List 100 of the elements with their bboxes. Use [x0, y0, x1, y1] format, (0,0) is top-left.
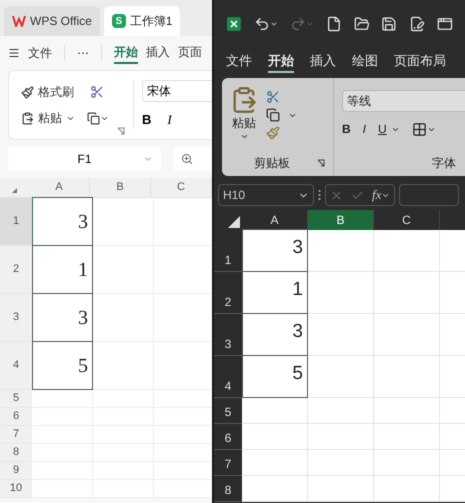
- grid-cell[interactable]: [93, 294, 154, 342]
- italic-button[interactable]: I: [362, 120, 366, 138]
- row-header[interactable]: 3: [0, 294, 32, 342]
- copy-icon[interactable]: [266, 108, 280, 122]
- row-header[interactable]: 2: [0, 246, 32, 294]
- grid-cell[interactable]: [374, 450, 440, 476]
- row-header[interactable]: 7: [0, 426, 32, 444]
- copy-button[interactable]: [87, 112, 109, 124]
- grid-cell[interactable]: [242, 450, 308, 476]
- app-tab[interactable]: WPS Office: [4, 6, 100, 36]
- underline-button[interactable]: U: [378, 120, 400, 138]
- grid-cell[interactable]: 5: [32, 341, 93, 390]
- font-field[interactable]: 等线: [342, 90, 465, 112]
- grid-cell[interactable]: [32, 462, 93, 480]
- grid-cell[interactable]: 1: [32, 245, 93, 294]
- grid-cell[interactable]: [154, 342, 212, 390]
- undo-button[interactable]: [254, 16, 278, 32]
- confirm-icon[interactable]: [351, 188, 364, 202]
- paste-button[interactable]: 粘贴: [230, 86, 258, 141]
- grid-cell[interactable]: [154, 444, 212, 462]
- redo-button[interactable]: [290, 16, 314, 32]
- grid-cell[interactable]: [308, 356, 374, 398]
- grid-cell[interactable]: [154, 294, 212, 342]
- save-as-icon[interactable]: [409, 16, 426, 32]
- grid-cell[interactable]: [308, 230, 374, 272]
- row-header[interactable]: 8: [0, 444, 32, 462]
- grid-cell[interactable]: [93, 246, 154, 294]
- ribbon-tab[interactable]: 文件: [226, 51, 252, 73]
- dialog-launcher-icon[interactable]: [317, 159, 325, 167]
- grid-cell[interactable]: 1: [242, 271, 308, 314]
- row-header[interactable]: 10: [0, 480, 32, 498]
- ribbon-tab[interactable]: 绘图: [352, 51, 378, 73]
- row-header[interactable]: 1: [0, 198, 32, 246]
- name-box[interactable]: F1: [8, 147, 161, 171]
- grid-cell[interactable]: [154, 390, 212, 408]
- dialog-launcher-icon[interactable]: [117, 127, 125, 135]
- grid-cell[interactable]: [154, 246, 212, 294]
- grid-cell[interactable]: [242, 424, 308, 450]
- borders-button[interactable]: [412, 122, 436, 136]
- window-icon[interactable]: [437, 16, 453, 32]
- grid-cell[interactable]: [154, 426, 212, 444]
- grid-cell[interactable]: 5: [242, 355, 308, 398]
- grid-cell[interactable]: 3: [32, 293, 93, 342]
- grid-cell[interactable]: [93, 198, 154, 246]
- ribbon-tab[interactable]: 插入: [146, 42, 170, 64]
- more-icon[interactable]: [318, 189, 321, 201]
- ribbon-tab[interactable]: 开始: [268, 51, 294, 73]
- grid-cell[interactable]: [374, 424, 440, 450]
- new-file-icon[interactable]: [326, 16, 342, 32]
- grid-cell[interactable]: [93, 342, 154, 390]
- grid-cell[interactable]: 3: [242, 313, 308, 356]
- menu-item[interactable]: 文件: [28, 44, 52, 62]
- grid-cell[interactable]: [308, 450, 374, 476]
- ribbon-tab[interactable]: 插入: [310, 51, 336, 73]
- row-header[interactable]: 4: [0, 342, 32, 390]
- formula-field[interactable]: [399, 184, 460, 206]
- save-icon[interactable]: [381, 16, 398, 32]
- grid-cell[interactable]: [93, 390, 154, 408]
- column-header[interactable]: B: [308, 210, 374, 230]
- ribbon-tab[interactable]: 页面: [178, 42, 202, 64]
- row-header[interactable]: 6: [0, 408, 32, 426]
- grid-cell[interactable]: [154, 408, 212, 426]
- grid-cell[interactable]: [242, 476, 308, 502]
- more-button[interactable]: ⋯: [77, 44, 89, 62]
- format-painter-button[interactable]: 格式刷: [21, 83, 74, 101]
- grid-cell[interactable]: [32, 444, 93, 462]
- ribbon-tab[interactable]: 页面布局: [394, 51, 446, 73]
- grid-cell[interactable]: [308, 314, 374, 356]
- grid-cell[interactable]: 3: [32, 197, 93, 246]
- grid-cell[interactable]: [308, 476, 374, 502]
- paste-button[interactable]: 粘贴: [21, 109, 75, 127]
- grid-cell[interactable]: [374, 398, 440, 424]
- menu-icon[interactable]: [8, 47, 20, 59]
- grid-cell[interactable]: [374, 476, 440, 502]
- italic-button[interactable]: I: [167, 110, 172, 130]
- grid-cell[interactable]: [32, 390, 93, 408]
- select-all-icon[interactable]: [228, 216, 240, 228]
- grid-cell[interactable]: [308, 272, 374, 314]
- grid-cell[interactable]: [242, 398, 308, 424]
- cut-icon[interactable]: [266, 90, 280, 104]
- bold-button[interactable]: B: [142, 110, 152, 130]
- row-header[interactable]: 5: [0, 390, 32, 408]
- grid-cell[interactable]: [374, 314, 440, 356]
- cut-icon[interactable]: [90, 85, 104, 99]
- ribbon-tab[interactable]: 开始: [114, 42, 138, 64]
- grid-cell[interactable]: [154, 480, 212, 498]
- name-box[interactable]: H10: [218, 184, 314, 206]
- grid-cell[interactable]: [374, 272, 440, 314]
- bold-button[interactable]: B: [342, 120, 351, 138]
- grid-cell[interactable]: [374, 230, 440, 272]
- grid-cell[interactable]: 3: [242, 229, 308, 272]
- grid-cell[interactable]: [154, 462, 212, 480]
- row-header[interactable]: 9: [0, 462, 32, 480]
- grid-cell[interactable]: [32, 426, 93, 444]
- grid-cell[interactable]: [374, 356, 440, 398]
- cancel-icon[interactable]: [330, 188, 343, 202]
- grid-cell[interactable]: [308, 398, 374, 424]
- grid-cell[interactable]: [32, 408, 93, 426]
- grid-cell[interactable]: [154, 198, 212, 246]
- open-folder-icon[interactable]: [354, 16, 370, 32]
